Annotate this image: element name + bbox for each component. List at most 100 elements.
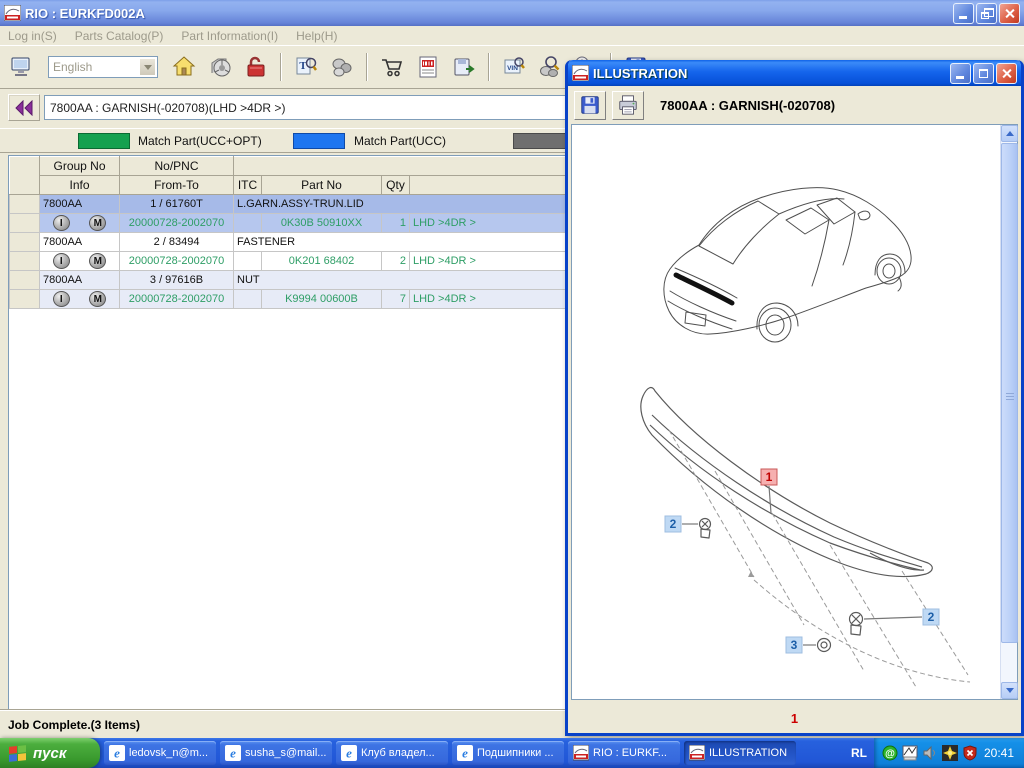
steering-wheel-icon[interactable] xyxy=(204,51,236,83)
clock[interactable]: 20:41 xyxy=(984,746,1014,760)
minimize-button[interactable] xyxy=(953,3,974,24)
cell-group-no: 7800AA xyxy=(40,195,120,214)
garnish-diagram xyxy=(641,388,970,687)
chevron-down-icon[interactable] xyxy=(139,58,156,76)
scroll-up-button[interactable] xyxy=(1001,125,1018,142)
messenger-tray-icon[interactable] xyxy=(942,745,958,761)
network-tray-icon[interactable] xyxy=(902,745,918,761)
info-button[interactable]: I xyxy=(53,253,70,269)
taskbar-task-1[interactable]: e ledovsk_n@m... xyxy=(104,741,216,765)
callout-2-left[interactable]: 2 xyxy=(665,516,681,532)
row-selector[interactable] xyxy=(10,195,40,214)
vertical-scrollbar[interactable] xyxy=(1000,125,1017,699)
illustration-titlebar: ILLUSTRATION xyxy=(568,60,1021,86)
save-icon xyxy=(579,94,601,116)
cell-itc xyxy=(234,214,262,233)
move-button[interactable]: M xyxy=(89,215,106,231)
task-label: Подшипники ... xyxy=(477,747,554,759)
language-indicator[interactable]: RL xyxy=(844,746,874,760)
row-selector-header[interactable] xyxy=(10,157,40,195)
icq-tray-icon[interactable]: @ xyxy=(882,745,898,761)
fastener-clip-right xyxy=(850,613,863,636)
export-icon[interactable] xyxy=(448,51,480,83)
taskbar-task-3[interactable]: e Клуб владел... xyxy=(336,741,448,765)
row-selector[interactable] xyxy=(10,214,40,233)
maximize-button[interactable] xyxy=(973,63,994,84)
home-icon[interactable] xyxy=(168,51,200,83)
cell-part-no: 0K201 68402 xyxy=(262,252,382,271)
taskbar-task-rio[interactable]: RIO : EURKF... xyxy=(568,741,680,765)
col-header-part-no[interactable]: Part No xyxy=(262,176,382,195)
app-icon xyxy=(572,65,589,81)
lock-icon[interactable] xyxy=(240,51,272,83)
cell-no-pnc: 1 / 61760T xyxy=(120,195,234,214)
language-select[interactable]: English xyxy=(48,56,158,78)
cell-itc xyxy=(234,290,262,309)
svg-text:3: 3 xyxy=(791,638,798,652)
cell-qty: 1 xyxy=(382,214,410,233)
col-header-itc[interactable]: ITC xyxy=(234,176,262,195)
network-monitor-icon[interactable] xyxy=(6,51,38,83)
row-selector[interactable] xyxy=(10,271,40,290)
move-button[interactable]: M xyxy=(89,253,106,269)
main-titlebar: RIO : EURKFD002A xyxy=(0,0,1024,26)
cart-icon[interactable] xyxy=(376,51,408,83)
close-button[interactable] xyxy=(999,3,1020,24)
callout-3[interactable]: 3 xyxy=(786,637,802,653)
col-header-qty[interactable]: Qty xyxy=(382,176,410,195)
kia-app-icon xyxy=(573,745,589,761)
close-button[interactable] xyxy=(996,63,1017,84)
restore-button[interactable] xyxy=(976,3,997,24)
row-selector[interactable] xyxy=(10,233,40,252)
move-button[interactable]: M xyxy=(89,291,106,307)
menu-login[interactable]: Log in(S) xyxy=(8,29,57,43)
cell-no-pnc: 2 / 83494 xyxy=(120,233,234,252)
illustration-content: 1 2 2 3 xyxy=(571,124,1018,700)
text-search-icon[interactable]: T xyxy=(290,51,322,83)
start-label: пуск xyxy=(33,745,66,762)
toolbar-separator xyxy=(488,53,490,81)
menu-parts-catalog[interactable]: Parts Catalog(P) xyxy=(75,29,164,43)
col-header-group-no[interactable]: Group No xyxy=(40,157,120,176)
antivirus-tray-icon[interactable] xyxy=(962,745,978,761)
menu-bar: Log in(S) Parts Catalog(P) Part Informat… xyxy=(0,26,1024,46)
cell-info: IM xyxy=(40,214,120,233)
callout-2-right[interactable]: 2 xyxy=(923,609,939,625)
col-header-from-to[interactable]: From-To xyxy=(120,176,234,195)
row-selector[interactable] xyxy=(10,252,40,271)
svg-text:e: e xyxy=(346,746,352,761)
task-label: susha_s@mail... xyxy=(245,747,326,759)
scrollbar-thumb[interactable] xyxy=(1001,143,1018,643)
volume-tray-icon[interactable] xyxy=(922,745,938,761)
parts-icon[interactable] xyxy=(326,51,358,83)
info-button[interactable]: I xyxy=(53,291,70,307)
back-button[interactable] xyxy=(8,94,40,121)
row-selector[interactable] xyxy=(10,290,40,309)
col-header-no-pnc[interactable]: No/PNC xyxy=(120,157,234,176)
app-icon xyxy=(4,5,21,21)
svg-text:e: e xyxy=(462,746,468,761)
svg-text:e: e xyxy=(114,746,120,761)
page-indicator: 1 xyxy=(791,711,798,726)
taskbar-task-4[interactable]: e Подшипники ... xyxy=(452,741,564,765)
windows-flag-icon xyxy=(8,744,28,762)
taskbar-task-2[interactable]: e susha_s@mail... xyxy=(220,741,332,765)
minimize-button[interactable] xyxy=(950,63,971,84)
callout-1[interactable]: 1 xyxy=(761,469,777,485)
legend-label-ucc-opt: Match Part(UCC+OPT) xyxy=(138,134,262,148)
task-label: ILLUSTRATION xyxy=(709,747,787,759)
start-button[interactable]: пуск xyxy=(0,738,100,768)
info-button[interactable]: I xyxy=(53,215,70,231)
code-icon[interactable] xyxy=(412,51,444,83)
menu-part-information[interactable]: Part Information(I) xyxy=(181,29,278,43)
col-header-info[interactable]: Info xyxy=(40,176,120,195)
legend-swatch-other xyxy=(513,133,568,149)
taskbar-task-illustration[interactable]: ILLUSTRATION xyxy=(684,741,796,765)
parts-search-icon[interactable] xyxy=(534,51,566,83)
save-button[interactable] xyxy=(574,91,606,120)
vin-search-icon[interactable]: VIN xyxy=(498,51,530,83)
menu-help[interactable]: Help(H) xyxy=(296,29,337,43)
print-button[interactable] xyxy=(612,91,644,120)
scroll-down-button[interactable] xyxy=(1001,682,1018,699)
taskbar: пуск e ledovsk_n@m... e susha_s@mail... … xyxy=(0,738,1024,768)
